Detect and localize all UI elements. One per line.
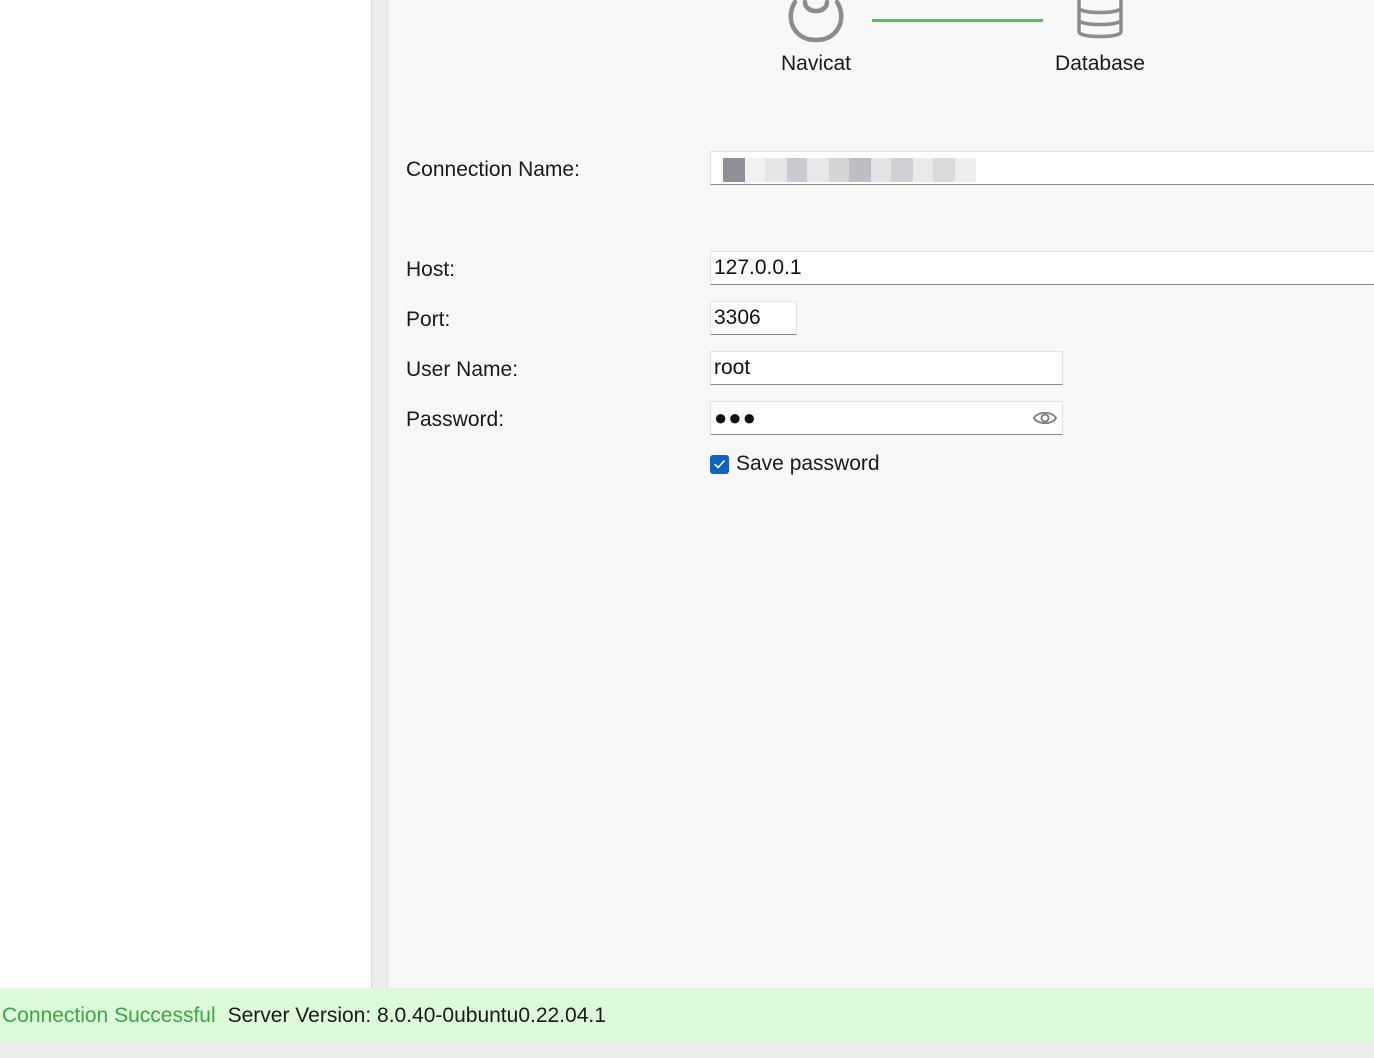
save-password-label[interactable]: Save password [736,452,880,476]
database-label: Database [1055,52,1145,75]
server-version-text: Server Version: 8.0.40-0ubuntu0.22.04.1 [227,1004,606,1027]
save-password-checkbox[interactable] [710,455,729,474]
navicat-icon [788,0,844,43]
navicat-label: Navicat [780,52,852,75]
dialog-bottom-edge [0,1044,1374,1058]
port-label: Port: [406,308,451,331]
host-label: Host: [406,258,456,281]
redacted-connection-name [723,158,998,182]
navicat-node: Navicat [736,0,896,76]
checkmark-icon [714,460,725,469]
username-field[interactable]: root [710,351,1063,385]
username-label: User Name: [406,358,519,381]
connection-name-field[interactable] [710,151,1374,185]
host-field[interactable]: 127.0.0.1 [710,251,1374,285]
status-bar: Connection Successful Server Version: 8.0… [0,988,1374,1044]
port-field[interactable]: 3306 [710,301,797,335]
password-label: Password: [406,408,505,431]
password-field[interactable]: ●●● [710,401,1063,435]
database-icon [1077,0,1123,39]
connection-link-line [872,19,1043,22]
show-password-eye-icon[interactable] [1032,407,1058,439]
pane-splitter[interactable] [372,0,388,988]
connection-settings-panel: Navicat Database Connection Name: Host: … [389,0,1374,988]
connection-name-label: Connection Name: [406,158,580,181]
password-mask: ●●● [714,405,757,430]
database-node: Database [1020,0,1180,76]
connection-status-text: Connection Successful [2,1004,216,1027]
connection-dialog: Navicat Database Connection Name: Host: … [0,0,1374,1058]
connection-type-list [0,0,372,988]
